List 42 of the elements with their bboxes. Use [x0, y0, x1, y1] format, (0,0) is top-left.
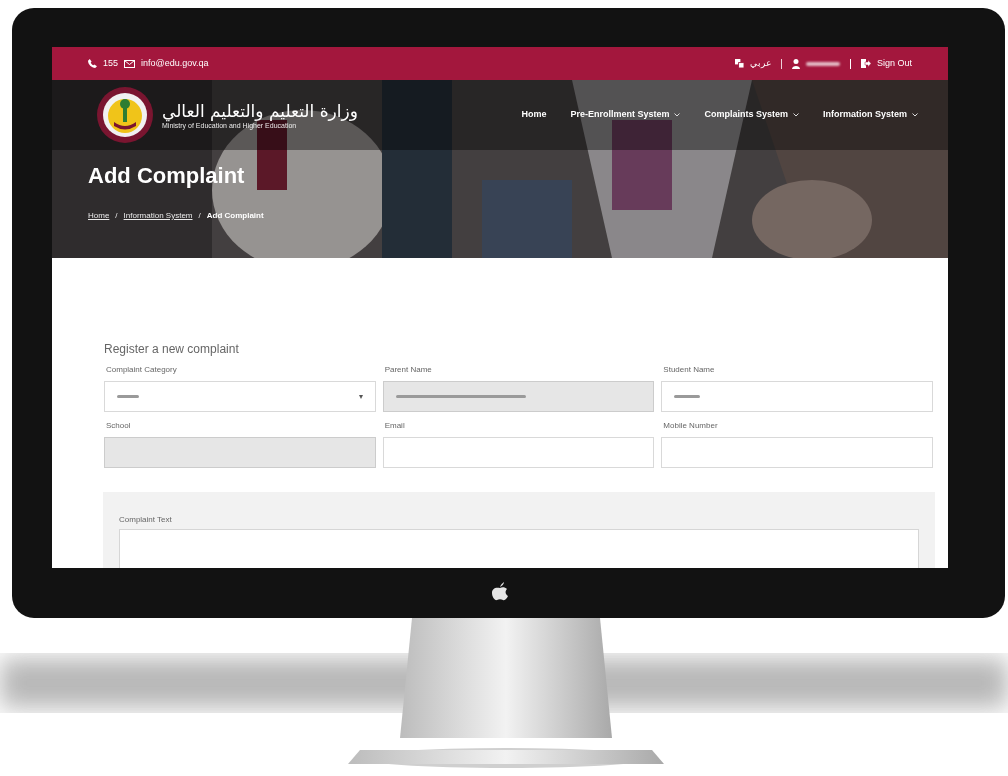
mail-icon — [124, 59, 136, 68]
caret-icon — [358, 394, 363, 399]
text-area[interactable] — [119, 529, 919, 568]
logo-icon — [492, 582, 508, 601]
page-title: Add Complaint — [88, 162, 246, 190]
logo-arabic-text: وزارة التعليم والتعليم العالي — [162, 100, 358, 121]
field-label: Complaint Text — [119, 514, 173, 526]
dropdown-field[interactable] — [104, 381, 376, 412]
breadcrumb-current: Add Complaint — [206, 210, 264, 222]
chevron-down-icon — [674, 113, 681, 117]
sign-out-link[interactable]: Sign Out — [876, 56, 912, 71]
email-link[interactable]: info@edu.gov.qa — [141, 56, 209, 71]
breadcrumb-separator: / — [115, 210, 118, 222]
language-icon — [734, 59, 744, 68]
user-icon — [791, 58, 800, 69]
chevron-down-icon — [912, 113, 918, 117]
input-field[interactable] — [661, 381, 933, 412]
nav-link[interactable]: Home — [521, 108, 547, 122]
sign-out-icon — [860, 59, 871, 68]
field-label: School — [105, 420, 132, 432]
language-link[interactable]: عربي — [749, 56, 771, 71]
field-label: Complaint Category — [105, 364, 178, 376]
breadcrumb-separator: / — [198, 210, 201, 222]
emblem-icon — [96, 86, 154, 144]
blurred-value — [117, 395, 139, 398]
phone-icon — [88, 59, 97, 68]
field-label: Email — [383, 420, 406, 432]
nav-link[interactable]: Information System — [823, 108, 918, 122]
input-field[interactable] — [382, 437, 655, 468]
nav-link[interactable]: Complaints System — [704, 108, 799, 122]
form-heading: Register a new complaint — [104, 341, 240, 357]
blurred-value — [674, 395, 701, 398]
blurred-user-name — [805, 61, 840, 66]
nav-link[interactable]: Pre-Enrollment System — [570, 108, 681, 122]
field-label: Mobile Number — [662, 420, 719, 432]
phone-number: 155 — [103, 56, 119, 70]
breadcrumb-link[interactable]: Information System — [123, 210, 193, 222]
field-label: Student Name — [662, 364, 716, 376]
chevron-down-icon — [793, 113, 799, 117]
breadcrumb-link[interactable]: Home — [88, 210, 110, 222]
field-label: Parent Name — [383, 364, 433, 376]
input-field[interactable] — [661, 437, 933, 468]
